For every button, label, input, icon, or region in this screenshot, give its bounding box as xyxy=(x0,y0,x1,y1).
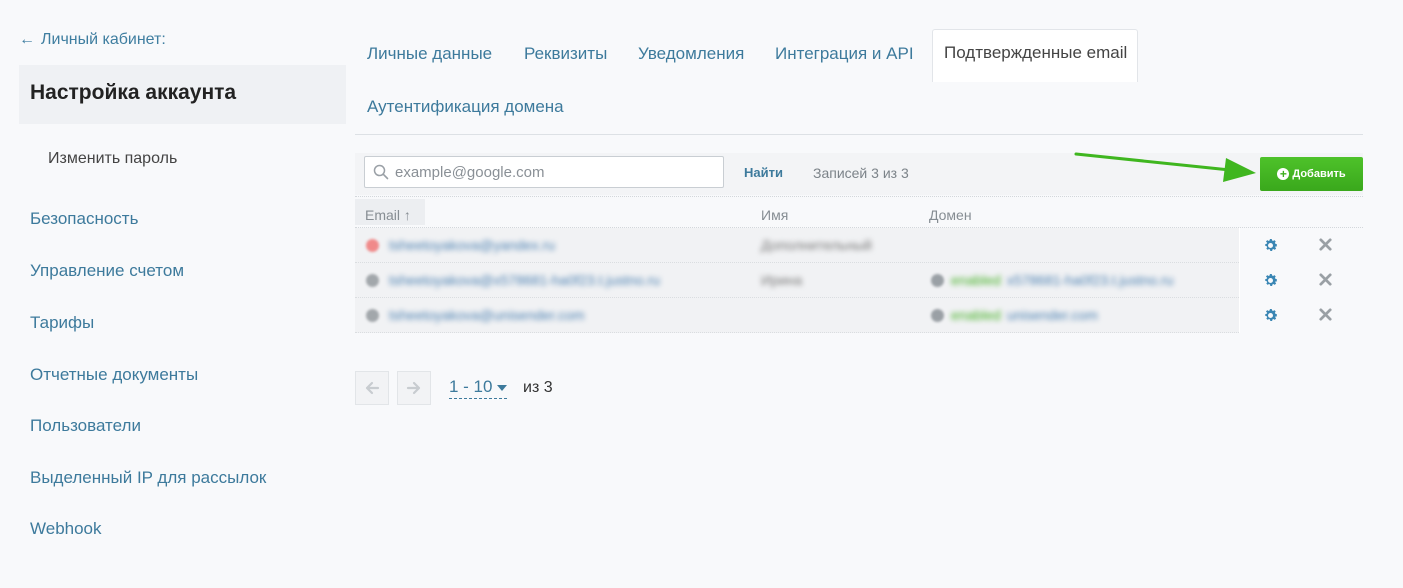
domain-status: enabled xyxy=(951,307,1001,323)
gear-icon[interactable] xyxy=(1262,237,1279,254)
page-total: из 3 xyxy=(523,379,553,396)
plus-circle-icon: + xyxy=(1277,168,1290,180)
table-row: tsheetoyakova@unisender.com enabled unise… xyxy=(355,298,1364,333)
table-row: tsheetoyakova@yandex.ru Дополнительный xyxy=(355,228,1364,263)
column-header-domain[interactable]: Домен xyxy=(929,207,972,223)
page-range-label: 1 - 10 xyxy=(449,377,493,396)
table-row: tsheetoyakova@x578681-ha0f23.t.justno.ru… xyxy=(355,263,1364,298)
row-actions xyxy=(1239,228,1364,263)
delete-icon[interactable] xyxy=(1318,307,1333,322)
sidebar-section-title: Настройка аккаунта xyxy=(30,81,237,104)
sidebar: ← Личный кабинет: Настройка аккаунта Изме… xyxy=(0,0,350,588)
tab-personal-data[interactable]: Личные данные xyxy=(367,44,492,64)
back-link-label: Личный кабинет: xyxy=(41,31,166,48)
tab-notifications[interactable]: Уведомления xyxy=(638,44,744,64)
sidebar-item-change-password[interactable]: Изменить пароль xyxy=(48,150,177,168)
back-link[interactable]: ← Личный кабинет: xyxy=(19,31,166,49)
row-actions xyxy=(1239,298,1364,333)
status-dot xyxy=(366,239,379,252)
sidebar-item-reports[interactable]: Отчетные документы xyxy=(30,365,198,385)
search-input[interactable] xyxy=(395,157,715,187)
domain-status: enabled xyxy=(951,272,1001,288)
status-dot xyxy=(366,274,379,287)
tab-domain-authentication[interactable]: Аутентификация домена xyxy=(367,97,564,117)
find-button[interactable]: Найти xyxy=(744,165,783,180)
add-button[interactable]: + Добавить xyxy=(1260,157,1363,191)
page-size-select[interactable]: 1 - 10 xyxy=(449,377,508,399)
search-box[interactable] xyxy=(364,156,724,188)
email-cell[interactable]: tsheetoyakova@unisender.com xyxy=(389,307,585,323)
arrow-left-icon xyxy=(365,381,380,395)
tabs-divider xyxy=(355,134,1363,135)
table-header: Email ↑ Имя Домен xyxy=(355,196,1363,228)
domain-status-dot xyxy=(931,274,944,287)
domain-cell: enabled x578681-ha0f23.t.justno.ru xyxy=(951,272,1173,288)
records-count: Записей 3 из 3 xyxy=(813,165,909,181)
tab-requisites[interactable]: Реквизиты xyxy=(524,44,607,64)
domain-name: x578681-ha0f23.t.justno.ru xyxy=(1006,272,1174,288)
sidebar-active-section: Настройка аккаунта xyxy=(19,65,346,124)
sidebar-item-webhook[interactable]: Webhook xyxy=(30,519,102,539)
sidebar-item-dedicated-ip[interactable]: Выделенный IP для рассылок xyxy=(30,468,266,488)
domain-status-dot xyxy=(931,309,944,322)
delete-icon[interactable] xyxy=(1318,237,1333,252)
next-page-button[interactable] xyxy=(397,371,431,405)
email-cell[interactable]: tsheetoyakova@yandex.ru xyxy=(389,237,555,253)
tab-integration-api[interactable]: Интеграция и API xyxy=(775,44,914,64)
sidebar-item-security[interactable]: Безопасность xyxy=(30,209,138,229)
name-cell: Ирина xyxy=(761,272,803,288)
row-actions xyxy=(1239,263,1364,298)
domain-name: unisender.com xyxy=(1006,307,1098,323)
email-cell[interactable]: tsheetoyakova@x578681-ha0f23.t.justno.ru xyxy=(389,272,660,288)
sidebar-item-account-management[interactable]: Управление счетом xyxy=(30,261,184,281)
status-dot xyxy=(366,309,379,322)
delete-icon[interactable] xyxy=(1318,272,1333,287)
domain-cell: enabled unisender.com xyxy=(951,307,1098,323)
sidebar-item-tariffs[interactable]: Тарифы xyxy=(30,313,94,333)
sidebar-item-users[interactable]: Пользователи xyxy=(30,416,141,436)
gear-icon[interactable] xyxy=(1262,272,1279,289)
tab-confirmed-emails[interactable]: Подтвержденные email xyxy=(932,29,1139,82)
gear-icon[interactable] xyxy=(1262,307,1279,324)
column-header-email[interactable]: Email ↑ xyxy=(355,199,425,225)
arrow-left-icon: ← xyxy=(19,31,35,48)
column-header-name[interactable]: Имя xyxy=(761,207,788,223)
caret-down-icon xyxy=(497,384,508,391)
prev-page-button[interactable] xyxy=(355,371,389,405)
arrow-right-icon xyxy=(406,381,421,395)
arrow-annotation-icon xyxy=(1074,152,1256,182)
add-button-label: Добавить xyxy=(1292,168,1346,180)
name-cell: Дополнительный xyxy=(761,237,872,253)
search-icon xyxy=(373,164,389,180)
